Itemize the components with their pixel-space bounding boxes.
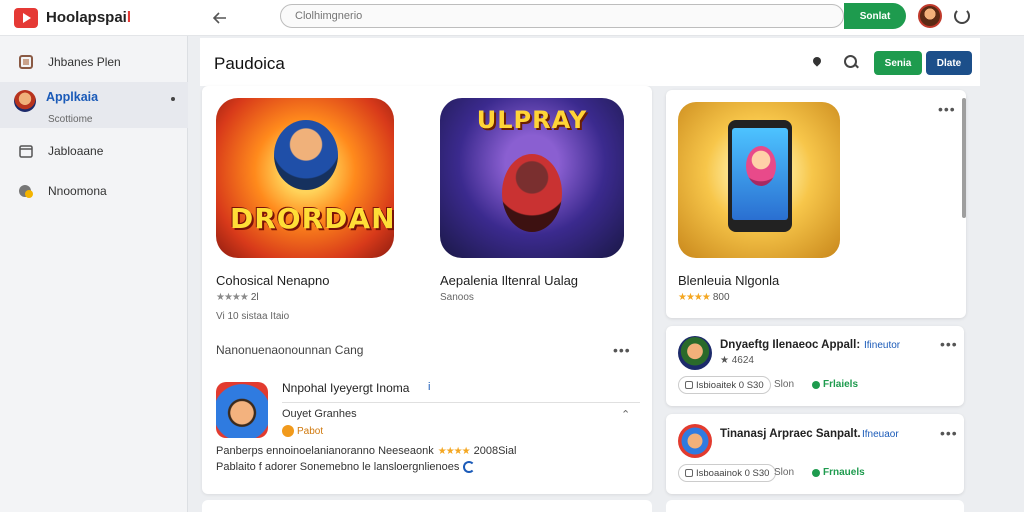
app-chip[interactable]: Isboaainok 0 S30 [678, 464, 777, 482]
chevron-up-icon[interactable]: ⌃ [621, 408, 630, 421]
game-artwork[interactable]: ULPRAY [440, 98, 624, 258]
list-item-description: Panberps ennoinoelanianoranno Neeseaonk … [216, 445, 516, 457]
star-rating-icon: ★★★★ [216, 292, 249, 303]
star-rating-icon: ★★★★ [437, 445, 471, 457]
active-dot-icon [171, 97, 175, 101]
top-bar: Sonlat [188, 0, 1024, 36]
card-title[interactable]: Aepalenia Iltenral Ualag [440, 273, 578, 288]
section-title: Nanonuenaonounnan Cang [216, 343, 364, 357]
description-text: Pablaito f adorer Sonemebno le lansloerg… [216, 461, 460, 473]
app-name: Hoolapspail [46, 9, 132, 26]
sidebar-item-label: Jabloaane [48, 144, 104, 158]
character-image [746, 146, 776, 186]
card-rating: ★★★★ 2l [216, 292, 259, 303]
search-submit-button[interactable]: Sonlat [844, 3, 906, 29]
pie-icon [18, 183, 34, 199]
page-title: Paudoica [214, 54, 285, 73]
app-action[interactable]: Frlaiels [812, 379, 858, 390]
card-title[interactable]: Blenleuia Nlgonla [678, 273, 779, 288]
check-icon [812, 468, 820, 477]
rating-value: 2l [250, 292, 259, 303]
package-icon [685, 469, 693, 477]
search-input[interactable] [295, 10, 843, 22]
app-chip[interactable]: Isbioaitek 0 S30 [678, 376, 771, 394]
list-item-subtitle: Ouyet Granhes [282, 408, 357, 420]
artwork-title: DRORDAN [230, 202, 394, 235]
search-field[interactable] [280, 4, 844, 28]
chip-label: Isboaainok 0 S30 [696, 467, 770, 479]
sidebar-item-apps[interactable]: Applkaia [0, 82, 188, 128]
app-status: Slon [774, 467, 795, 478]
app-subtitle: Ifineutor [864, 340, 901, 351]
sidebar-item-label: Jhbanes Plen [48, 55, 121, 69]
status-badge: Pabot [282, 425, 323, 437]
sidebar: Hoolapspail Jhbanes Plen Applkaia Scotti… [0, 0, 188, 512]
sidebar-item-calendar[interactable]: Jabloaane [0, 140, 188, 162]
info-icon[interactable]: i [428, 381, 430, 393]
check-icon [812, 380, 820, 389]
list-item-description: Pablaito f adorer Sonemebno le lansloerg… [216, 461, 476, 473]
secondary-action-button[interactable]: Dlate [926, 51, 972, 75]
next-card-peek [202, 500, 652, 512]
app-subtitle: Ifneuaor [862, 429, 899, 440]
search-icon[interactable] [844, 55, 858, 69]
next-card-peek [666, 500, 964, 512]
play-logo-icon [14, 7, 38, 28]
divider [282, 402, 640, 403]
calendar-icon [18, 143, 34, 159]
sidebar-item-label: Nnoomona [48, 184, 107, 198]
brand[interactable]: Hoolapspail [0, 0, 188, 36]
action-label: Frlaiels [823, 379, 859, 390]
artwork-title: ULPRAY [476, 106, 588, 134]
app-list-card [666, 414, 964, 494]
app-action[interactable]: Frnauels [812, 467, 865, 478]
sidebar-item-stats[interactable]: Nnoomona [0, 180, 188, 202]
app-title[interactable]: Tinanasj Arpraec Sanpalt. [720, 428, 861, 440]
coin-icon [282, 425, 294, 437]
sidebar-item-sublabel: Scottiome [48, 114, 93, 125]
badge-label: Pabot [297, 425, 324, 437]
hero-character-image [502, 154, 562, 232]
scrollbar[interactable] [962, 98, 966, 218]
list-item-title[interactable]: Nnpohal Iyeyergt Inoma [282, 381, 409, 395]
star-rating-icon: ★★★★ [678, 292, 711, 303]
grid-icon [18, 54, 34, 70]
location-pin-icon[interactable] [812, 57, 822, 69]
app-list-card [666, 326, 964, 406]
app-status: Slon [774, 379, 795, 390]
user-avatar[interactable] [918, 4, 942, 28]
sidebar-item-label: Applkaia [46, 90, 99, 104]
more-options-icon[interactable]: ••• [940, 337, 958, 351]
card-rating: ★★★★ 800 [678, 292, 730, 303]
primary-action-button[interactable]: Senia [874, 51, 922, 75]
card-meta: Sanoos [440, 292, 474, 303]
page-header [200, 38, 980, 86]
sidebar-item-plan[interactable]: Jhbanes Plen [0, 50, 188, 74]
package-icon [685, 381, 693, 389]
rating-value: 800 [712, 292, 730, 303]
list-item-avatar[interactable] [216, 382, 268, 438]
description-text: Panberps ennoinoelanianoranno Neeseaonk [216, 445, 434, 457]
chip-label: Isbioaitek 0 S30 [696, 379, 764, 391]
game-artwork[interactable] [678, 102, 840, 258]
more-options-icon[interactable]: ••• [938, 102, 956, 116]
game-artwork[interactable]: DRORDAN [216, 98, 394, 258]
back-arrow-icon[interactable] [210, 8, 230, 28]
app-title[interactable]: Dnyaeftg Ilenaeoc Appall: [720, 339, 860, 351]
refresh-icon[interactable] [463, 461, 476, 473]
action-label: Frnauels [823, 467, 865, 478]
more-options-icon[interactable]: ••• [940, 426, 958, 440]
avatar-icon [14, 90, 36, 112]
app-avatar[interactable] [678, 336, 712, 370]
app-rating: ★ 4624 [720, 355, 754, 366]
app-avatar[interactable] [678, 424, 712, 458]
rating-value: 2008Sial [473, 445, 517, 457]
card-meta: Vi 10 sistaa Itaio [216, 311, 290, 322]
more-options-icon[interactable]: ••• [613, 343, 631, 357]
card-title[interactable]: Cohosical Nenapno [216, 273, 329, 288]
power-icon[interactable] [954, 8, 970, 24]
hero-character-image [274, 120, 338, 190]
phone-image [728, 120, 792, 232]
